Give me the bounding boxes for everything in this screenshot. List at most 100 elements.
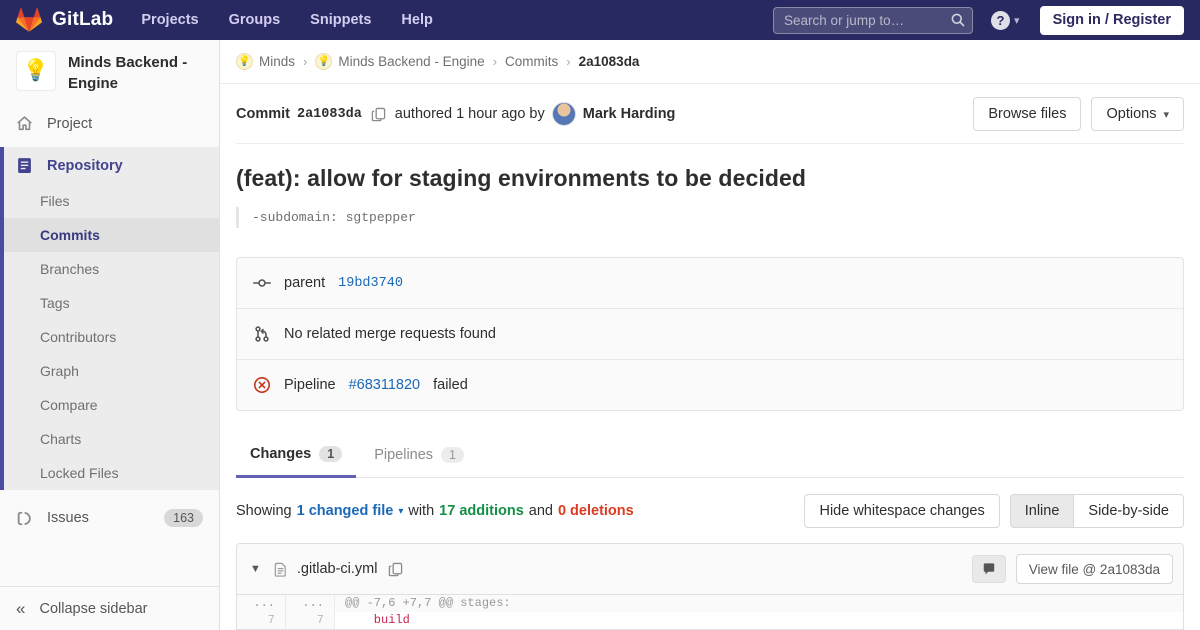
sidebar-item-tags[interactable]: Tags	[4, 286, 219, 320]
search-input[interactable]	[773, 6, 974, 34]
hunk-header-text: @@ -7,6 +7,7 @@ stages:	[335, 595, 1183, 612]
document-icon	[18, 158, 31, 173]
merge-requests-row: No related merge requests found	[237, 308, 1183, 359]
breadcrumb-label: Minds Backend - Engine	[338, 54, 485, 69]
file-icon	[274, 562, 286, 577]
sidebar-item-files[interactable]: Files	[4, 184, 219, 218]
sidebar-item-graph[interactable]: Graph	[4, 354, 219, 388]
nav-item-help[interactable]: Help	[401, 12, 432, 28]
hide-whitespace-button[interactable]: Hide whitespace changes	[804, 494, 1000, 528]
authored-text: authored 1 hour ago by	[394, 106, 545, 122]
breadcrumb-item-commits[interactable]: Commits	[505, 54, 558, 69]
breadcrumb-item-current-sha: 2a1083da	[578, 54, 640, 69]
pipeline-row: Pipeline #68311820 failed	[237, 359, 1183, 410]
additions-count: 17 additions	[439, 503, 524, 519]
nav-item-projects[interactable]: Projects	[141, 12, 198, 28]
view-file-button[interactable]: View file @ 2a1083da	[1015, 554, 1173, 584]
parent-row: parent 19bd3740	[237, 258, 1183, 308]
author-name[interactable]: Mark Harding	[583, 106, 676, 122]
commit-description: -subdomain: sgtpepper	[236, 207, 1184, 228]
global-search	[773, 6, 974, 34]
diff-file-header: ▼ .gitlab-ci.yml View file @ 2a1083da	[237, 544, 1183, 595]
commit-info-box: parent 19bd3740 No related merge request…	[236, 257, 1184, 411]
copy-icon	[371, 107, 386, 121]
sign-in-register-button[interactable]: Sign in / Register	[1039, 5, 1184, 35]
old-line-number[interactable]: 7	[237, 612, 286, 629]
diff-view-toggle: Inline Side-by-side	[1009, 494, 1184, 528]
gitlab-tanuki-icon	[16, 8, 42, 32]
help-menu[interactable]: ? ▾	[991, 10, 1020, 30]
chevron-down-icon: ▾	[1163, 108, 1169, 121]
sidebar-item-issues[interactable]: Issues 163	[0, 500, 219, 536]
collapse-diff-caret-icon[interactable]: ▼	[247, 563, 264, 575]
with-label: with	[408, 503, 435, 519]
and-label: and	[528, 503, 553, 519]
sidebar-item-locked-files[interactable]: Locked Files	[4, 456, 219, 490]
main-content: 💡 Minds › 💡 Minds Backend - Engine › Com…	[220, 0, 1200, 630]
breadcrumb-item-minds[interactable]: 💡 Minds	[236, 53, 295, 70]
tab-label: Pipelines	[374, 447, 434, 463]
toggle-comments-button[interactable]	[971, 555, 1006, 583]
breadcrumb-label: Minds	[259, 54, 296, 69]
sidebar-item-project[interactable]: Project	[0, 106, 219, 141]
pipeline-id-link[interactable]: #68311820	[349, 377, 421, 393]
group-avatar: 💡	[236, 53, 253, 70]
chevron-down-icon[interactable]: ▾	[398, 506, 403, 517]
pipeline-status: failed	[433, 377, 468, 393]
diff-file-name[interactable]: .gitlab-ci.yml	[297, 561, 378, 577]
top-navbar: GitLab Projects Groups Snippets Help ? ▾…	[0, 0, 1200, 40]
collapse-sidebar-button[interactable]: « Collapse sidebar	[0, 586, 219, 630]
commit-header: Commit 2a1083da authored 1 hour ago by M…	[236, 84, 1184, 144]
sidebar-item-charts[interactable]: Charts	[4, 422, 219, 456]
browse-files-button[interactable]: Browse files	[973, 97, 1082, 131]
tab-changes[interactable]: Changes 1	[236, 435, 357, 478]
inline-view-button[interactable]: Inline	[1009, 494, 1075, 528]
sidebar-item-label: Project	[47, 115, 93, 132]
project-avatar: 💡	[315, 53, 333, 70]
changes-summary-bar: Showing 1 changed file ▾ with 17 additio…	[236, 494, 1184, 528]
nav-item-snippets[interactable]: Snippets	[310, 12, 371, 28]
options-dropdown-button[interactable]: Options ▾	[1091, 97, 1184, 131]
sidebar-item-label: Issues	[47, 510, 89, 526]
sidebar-item-label: Repository	[47, 157, 123, 174]
parent-sha-link[interactable]: 19bd3740	[338, 276, 403, 291]
breadcrumb-label: Commits	[505, 54, 559, 69]
nav-item-groups[interactable]: Groups	[229, 12, 281, 28]
pipeline-label: Pipeline	[284, 377, 336, 393]
diff-context-row: 7 7 build	[237, 612, 1183, 629]
project-avatar: 💡	[16, 51, 56, 91]
sidebar-item-branches[interactable]: Branches	[4, 252, 219, 286]
merge-request-icon	[255, 326, 269, 342]
side-by-side-view-button[interactable]: Side-by-side	[1074, 494, 1184, 528]
tab-label: Changes	[250, 446, 312, 462]
author-avatar[interactable]	[551, 102, 576, 126]
sidebar-item-repository[interactable]: Repository	[4, 147, 219, 184]
sidebar-item-contributors[interactable]: Contributors	[4, 320, 219, 354]
copy-sha-button[interactable]	[369, 105, 388, 124]
sidebar-item-commits[interactable]: Commits	[4, 218, 219, 252]
comment-icon	[983, 563, 994, 575]
chevron-down-icon: ▾	[1014, 14, 1020, 27]
brand-name: GitLab	[52, 9, 114, 30]
new-line-number[interactable]: ...	[286, 595, 335, 612]
changed-files-dropdown[interactable]: 1 changed file	[297, 503, 394, 519]
search-icon	[951, 13, 965, 27]
sidebar-item-compare[interactable]: Compare	[4, 388, 219, 422]
breadcrumb-separator: ›	[303, 54, 308, 69]
diff-hunk-row: ... ... @@ -7,6 +7,7 @@ stages:	[237, 595, 1183, 612]
project-context[interactable]: 💡 Minds Backend - Engine	[0, 40, 219, 106]
options-label: Options	[1106, 106, 1157, 122]
gitlab-logo[interactable]: GitLab	[16, 7, 113, 33]
commit-tabs: Changes 1 Pipelines 1	[236, 435, 1184, 478]
commit-icon	[253, 279, 271, 287]
nav-menu: Projects Groups Snippets Help	[141, 12, 432, 28]
new-line-number[interactable]: 7	[286, 612, 335, 629]
tab-pipelines[interactable]: Pipelines 1	[360, 435, 478, 477]
old-line-number[interactable]: ...	[237, 595, 286, 612]
sidebar-section-repository: Repository Files Commits Branches Tags C…	[0, 147, 219, 490]
breadcrumb-item-project[interactable]: 💡 Minds Backend - Engine	[315, 53, 485, 70]
copy-file-path-button[interactable]	[386, 560, 405, 579]
breadcrumb-separator: ›	[492, 54, 498, 69]
showing-label: Showing	[236, 503, 292, 519]
project-title: Minds Backend - Engine	[68, 54, 188, 92]
